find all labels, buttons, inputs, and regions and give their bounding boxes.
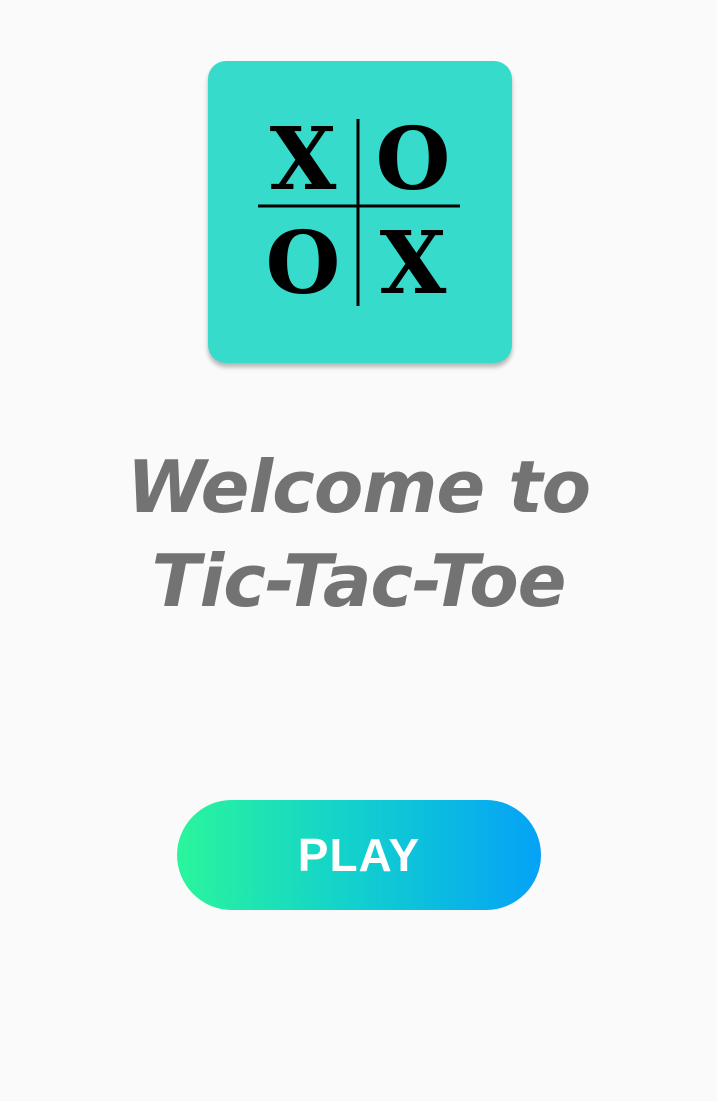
cell-bottom-right: X [380,213,447,314]
play-button[interactable]: PLAY [177,800,541,910]
cell-bottom-left: O [266,213,341,314]
app-logo: X O O X [208,61,512,363]
tic-tac-toe-logo-icon: X O O X [258,109,460,314]
welcome-line-2: Tic-Tac-Toe [151,539,566,623]
cell-top-right: O [376,109,451,210]
cell-top-left: X [270,109,337,210]
welcome-title: Welcome to Tic-Tac-Toe [0,440,717,628]
welcome-line-1: Welcome to [126,445,591,529]
